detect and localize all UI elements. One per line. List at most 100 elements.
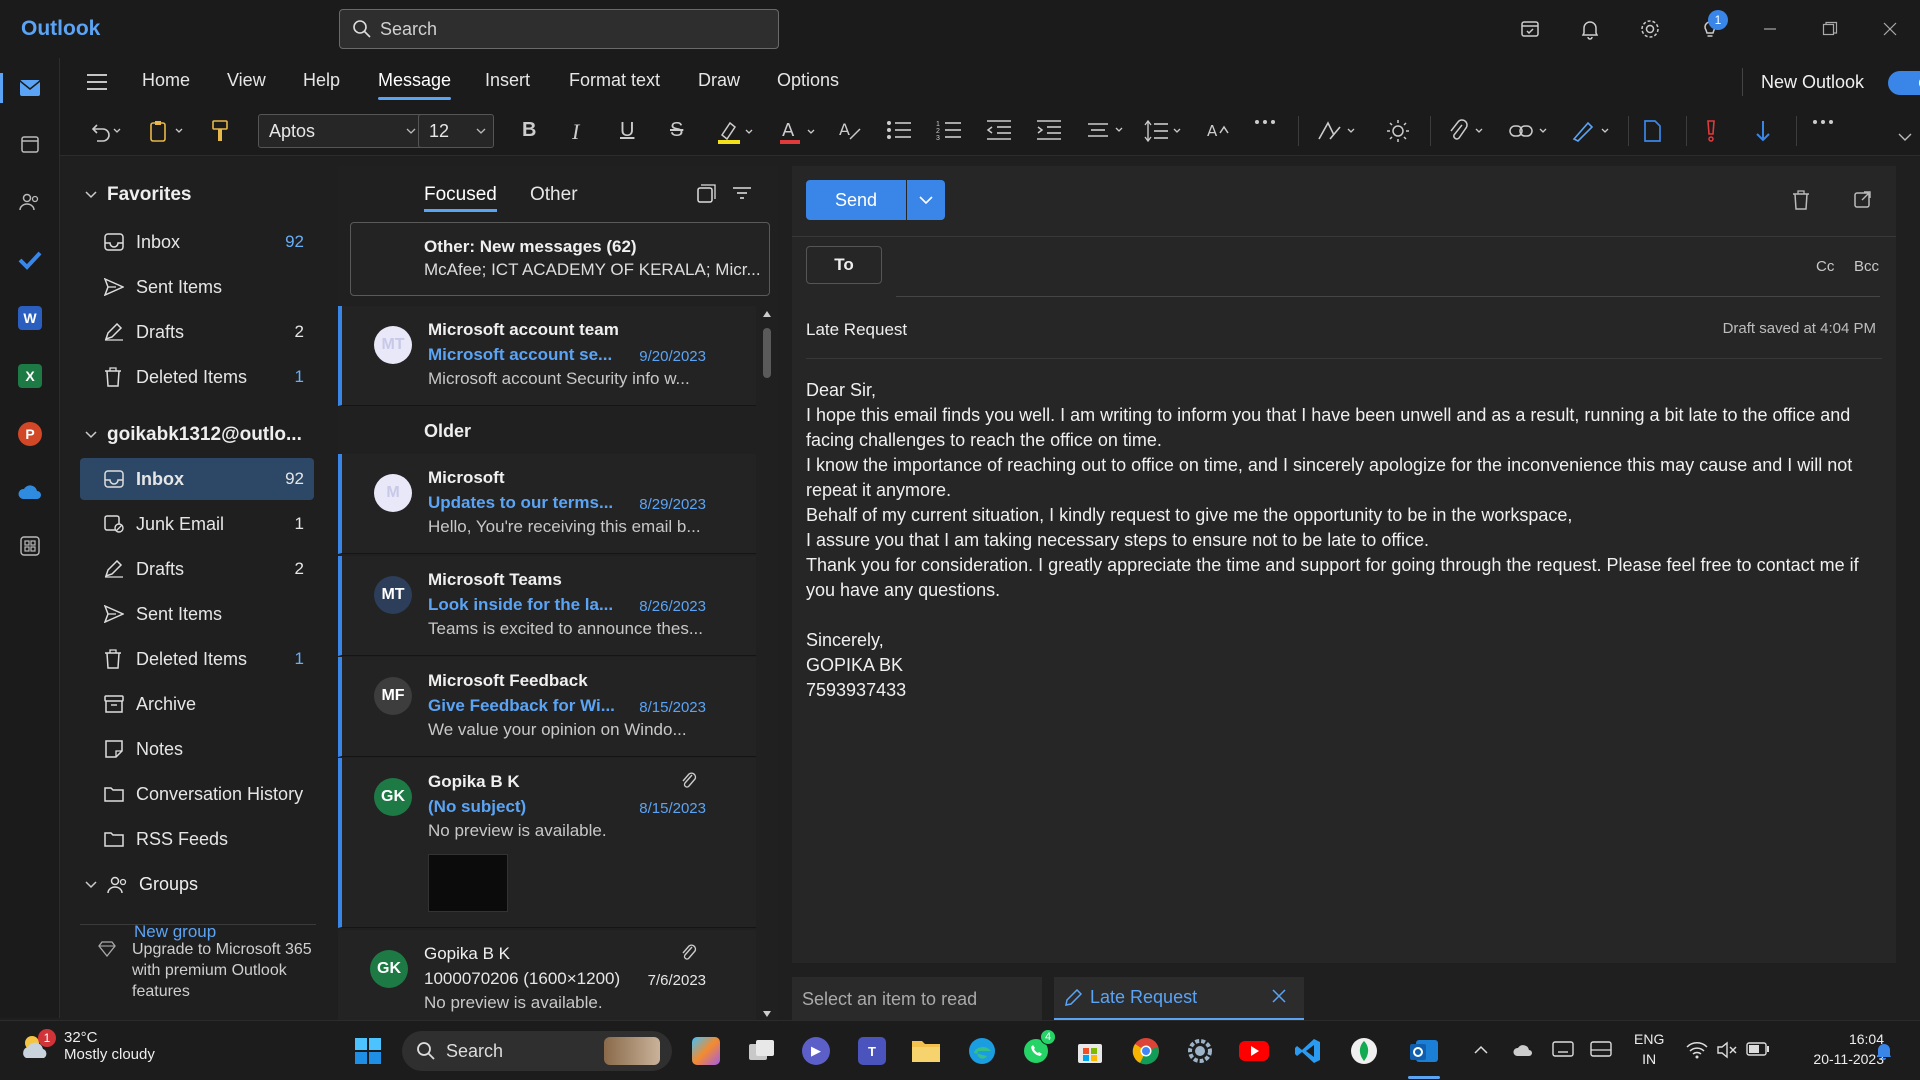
tab-options[interactable]: Options [777, 70, 839, 91]
pop-out-icon[interactable] [1854, 190, 1872, 208]
volume-muted-icon[interactable] [1716, 1041, 1738, 1059]
message-list-scrollbar[interactable] [757, 308, 778, 1020]
attach-file-button[interactable] [1446, 119, 1488, 143]
message-item[interactable]: MF Microsoft Feedback Give Feedback for … [338, 657, 756, 757]
subject-field[interactable]: Late Request [806, 320, 907, 340]
font-name-select[interactable]: Aptos [258, 114, 424, 148]
taskbar-search[interactable]: Search [402, 1031, 672, 1071]
taskbar-edge[interactable] [966, 1035, 998, 1067]
folder-sent-items[interactable]: Sent Items [80, 593, 314, 635]
taskbar-copilot[interactable] [690, 1035, 722, 1067]
message-item[interactable]: MT Microsoft Teams Look inside for the l… [338, 556, 756, 656]
folder-drafts[interactable]: Drafts 2 [80, 548, 314, 590]
favorites-header[interactable]: Favorites [85, 184, 191, 206]
my-day-button[interactable] [1500, 0, 1560, 58]
paste-button[interactable] [148, 119, 184, 143]
highlight-button[interactable] [716, 119, 756, 145]
message-item[interactable]: M Microsoft Updates to our terms... 8/29… [338, 454, 756, 554]
bullets-button[interactable] [886, 119, 912, 141]
scrollbar-thumb[interactable] [763, 328, 771, 378]
align-button[interactable] [1086, 119, 1126, 141]
cc-button[interactable]: Cc [1816, 258, 1834, 275]
link-button[interactable] [1508, 119, 1550, 143]
taskbar-outlook-new[interactable] [1404, 1035, 1444, 1079]
send-button[interactable]: Send [806, 180, 906, 220]
reading-pane-tab[interactable]: Select an item to read [792, 977, 1042, 1020]
more-options-button[interactable] [1812, 119, 1834, 125]
taskbar-vscode[interactable] [1292, 1035, 1324, 1067]
draft-tab[interactable]: Late Request [1054, 977, 1304, 1020]
numbering-button[interactable]: 123 [936, 119, 962, 141]
taskbar-chrome[interactable] [1130, 1035, 1162, 1067]
sensitivity-button[interactable] [1642, 119, 1662, 143]
to-button[interactable]: To [806, 246, 882, 284]
start-button[interactable] [352, 1035, 384, 1067]
tab-focused[interactable]: Focused [424, 184, 497, 212]
more-formatting-button[interactable] [1254, 119, 1276, 125]
folder-inbox[interactable]: Inbox 92 [80, 458, 314, 500]
taskbar-file-explorer[interactable] [910, 1035, 942, 1067]
account-header[interactable]: goikabk1312@outlo... [85, 424, 302, 446]
send-options-button[interactable] [907, 180, 945, 220]
notifications-button[interactable] [1560, 0, 1620, 58]
tab-help[interactable]: Help [303, 70, 340, 91]
attachment-thumbnail[interactable] [428, 854, 508, 912]
high-importance-button[interactable] [1704, 119, 1718, 143]
folder-deleted-items[interactable]: Deleted Items 1 [80, 638, 314, 680]
taskbar-task-view[interactable] [746, 1035, 778, 1067]
tab-draw[interactable]: Draw [698, 70, 740, 91]
taskbar-mongodb[interactable] [1348, 1035, 1380, 1067]
signature-button[interactable] [1570, 119, 1612, 143]
scroll-down-icon[interactable] [762, 1010, 772, 1018]
clock[interactable]: 16:04 20-11-2023 [1784, 1029, 1884, 1069]
folder-rss-feeds[interactable]: RSS Feeds [80, 818, 314, 860]
tab-other[interactable]: Other [530, 184, 578, 206]
ribbon-expand-button[interactable] [1898, 132, 1912, 142]
rail-powerpoint[interactable]: P [12, 416, 48, 452]
select-checkbox-icon[interactable] [696, 184, 716, 204]
message-item[interactable]: GK Gopika B K 1000070206 (1600×1200) 7/6… [338, 930, 756, 1030]
taskbar-chat[interactable]: ▶ [800, 1035, 832, 1067]
restore-button[interactable] [1800, 0, 1860, 58]
onedrive-sync-icon[interactable] [1512, 1041, 1536, 1059]
chevron-up-icon[interactable] [1474, 1045, 1488, 1055]
clear-formatting-button[interactable]: A [838, 119, 862, 143]
minimize-button[interactable] [1740, 0, 1800, 58]
tab-view[interactable]: View [227, 70, 266, 91]
rail-onedrive[interactable] [12, 474, 48, 510]
tab-format-text[interactable]: Format text [569, 70, 660, 91]
search-input[interactable]: Search [339, 9, 779, 49]
low-importance-button[interactable] [1754, 119, 1772, 143]
favorite-drafts[interactable]: Drafts 2 [80, 311, 314, 353]
battery-icon[interactable] [1746, 1042, 1770, 1056]
new-group-link[interactable]: New group [134, 922, 216, 942]
taskbar-store[interactable] [1074, 1035, 1106, 1067]
font-size-select[interactable]: 12 [418, 114, 494, 148]
underline-button[interactable]: U [620, 119, 634, 142]
line-spacing-button[interactable] [1144, 119, 1184, 143]
message-body[interactable]: Dear Sir, I hope this email finds you we… [806, 378, 1876, 703]
discard-trash-icon[interactable] [1792, 190, 1810, 210]
undo-button[interactable] [88, 119, 122, 143]
close-window-button[interactable] [1860, 0, 1920, 58]
folder-notes[interactable]: Notes [80, 728, 314, 770]
tab-message[interactable]: Message [378, 70, 452, 100]
bold-button[interactable]: B [522, 119, 536, 142]
tablet-mode-icon[interactable] [1590, 1041, 1612, 1057]
rail-word[interactable]: W [12, 300, 48, 336]
taskbar-settings[interactable] [1184, 1035, 1216, 1067]
immersive-reader-button[interactable] [1386, 119, 1410, 143]
folder-conversation-history[interactable]: Conversation History [80, 773, 314, 815]
strikethrough-button[interactable]: S [670, 119, 683, 142]
increase-indent-button[interactable] [1036, 119, 1062, 141]
taskbar-youtube[interactable] [1238, 1035, 1270, 1067]
styles-button[interactable]: A [1206, 119, 1230, 141]
wifi-icon[interactable] [1686, 1041, 1708, 1059]
favorite-sent-items[interactable]: Sent Items [80, 266, 314, 308]
taskbar-whatsapp[interactable]: 4 [1020, 1029, 1056, 1067]
message-item[interactable]: MT Microsoft account team Microsoft acco… [338, 306, 756, 406]
rail-todo[interactable] [12, 242, 48, 278]
scroll-up-icon[interactable] [762, 310, 772, 318]
settings-button[interactable] [1620, 0, 1680, 58]
decrease-indent-button[interactable] [986, 119, 1012, 141]
